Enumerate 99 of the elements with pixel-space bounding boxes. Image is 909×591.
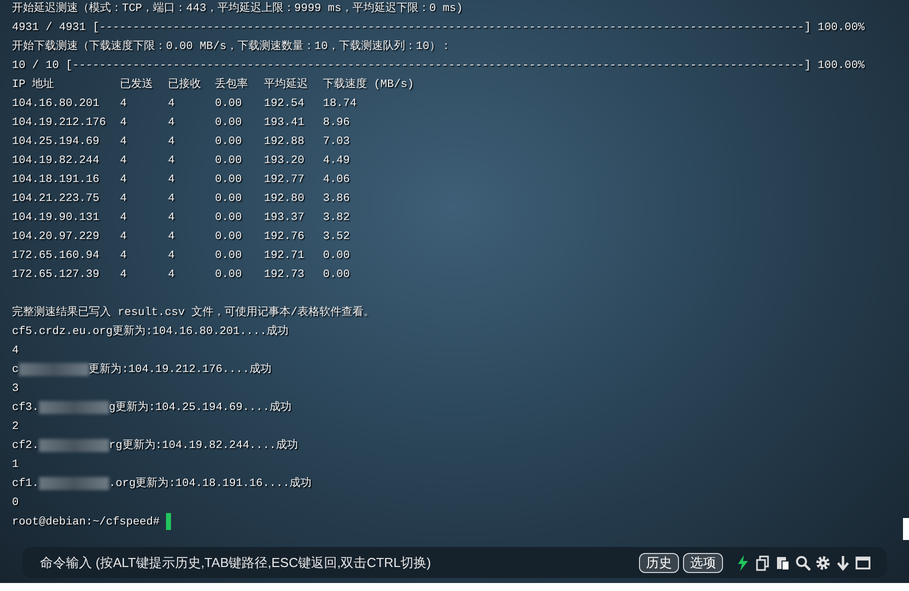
table-cell: 192.77 — [264, 174, 304, 186]
command-input[interactable]: 命令输入 (按ALT键提示历史,TAB键路径,ESC键返回,双击CTRL切换) — [38, 552, 598, 574]
table-cell: 4 — [168, 174, 175, 186]
output-line: 1 — [12, 459, 19, 471]
table-cell: 193.41 — [264, 117, 304, 129]
table-cell: 3.52 — [323, 231, 350, 243]
table-cell: 4 — [120, 136, 127, 148]
table-cell: 4 — [120, 117, 127, 129]
table-cell: 104.18.191.16 — [12, 174, 100, 186]
table-cell: 4 — [168, 117, 175, 129]
table-cell: 4 — [168, 269, 175, 281]
output-line: 开始延迟测速（模式：TCP，端口：443，平均延迟上限：9999 ms，平均延迟下限：0 ms) — [12, 3, 463, 15]
output-line: c — [12, 364, 19, 376]
search-icon[interactable] — [795, 554, 811, 570]
table-cell: 0.00 — [215, 98, 242, 110]
table-cell: 4 — [120, 269, 127, 281]
output-line: 0 — [12, 497, 19, 509]
table-cell: 4 — [120, 231, 127, 243]
table-cell: 7.03 — [323, 136, 350, 148]
table-cell: 4 — [120, 212, 127, 224]
maximize-icon[interactable] — [855, 554, 871, 570]
table-cell: 192.71 — [264, 250, 304, 262]
table-cell: 172.65.160.94 — [12, 250, 100, 262]
output-line: 3 — [12, 383, 19, 395]
table-cell: 18.74 — [323, 98, 357, 110]
output-line: cf5.crdz.eu.org更新为:104.16.80.201....成功 — [12, 326, 289, 338]
table-cell: 4 — [168, 98, 175, 110]
column-header: 平均延迟 — [264, 79, 308, 91]
output-line: .org更新为:104.18.191.16....成功 — [108, 478, 312, 490]
command-bar-button[interactable]: 历史 — [639, 552, 679, 572]
output-line: 10 / 10 [-------------------------------------------------------------------------------------------------------------] 100.00% — [12, 60, 865, 72]
column-header: 下载速度 (MB/s) — [323, 79, 414, 91]
output-line: g更新为:104.25.194.69....成功 — [108, 402, 292, 414]
shell-prompt: root@debian:~/cfspeed# — [12, 516, 160, 528]
output-line: rg更新为:104.19.82.244....成功 — [108, 440, 298, 452]
table-cell: 192.54 — [264, 98, 304, 110]
output-line: cf3. — [12, 402, 39, 414]
table-cell: 4 — [168, 136, 175, 148]
column-header: 已接收 — [168, 79, 201, 91]
output-line: 完整测速结果已写入 result.csv 文件，可使用记事本/表格软件查看。 — [12, 307, 374, 319]
table-cell: 4 — [120, 155, 127, 167]
output-line: 4931 / 4931 [---------------------------------------------------------------------------------------------------------] 100.00% — [12, 22, 865, 34]
table-cell: 193.37 — [264, 212, 304, 224]
table-cell: 8.96 — [323, 117, 350, 129]
settings-icon[interactable] — [815, 554, 831, 570]
table-cell: 192.88 — [264, 136, 304, 148]
table-cell: 4 — [168, 193, 175, 205]
table-cell: 4 — [168, 250, 175, 262]
command-bar-button[interactable]: 选项 — [683, 552, 723, 572]
table-cell: 0.00 — [323, 269, 350, 281]
table-cell: 4 — [120, 193, 127, 205]
table-cell: 192.76 — [264, 231, 304, 243]
table-cell: 4.06 — [323, 174, 350, 186]
table-cell: 0.00 — [215, 250, 242, 262]
lightning-icon[interactable] — [735, 554, 751, 570]
table-cell: 4 — [168, 212, 175, 224]
cursor — [166, 513, 171, 530]
down-arrow-icon[interactable] — [835, 554, 851, 570]
table-cell: 104.20.97.229 — [12, 231, 100, 243]
column-header: 丢包率 — [215, 79, 248, 91]
table-cell: 4 — [120, 250, 127, 262]
table-cell: 172.65.127.39 — [12, 269, 100, 281]
table-cell: 4 — [120, 174, 127, 186]
table-cell: 0.00 — [323, 250, 350, 262]
output-line: 4 — [12, 345, 19, 357]
output-line: 开始下载测速（下载速度下限：0.00 MB/s，下载测速数量：10，下载测速队列：10）： — [12, 41, 452, 53]
table-cell: 0.00 — [215, 136, 242, 148]
table-cell: 104.16.80.201 — [12, 98, 100, 110]
command-bar[interactable]: 命令输入 (按ALT键提示历史,TAB键路径,ESC键返回,双击CTRL切换) 历史 选项 — [22, 547, 887, 578]
table-cell: 3.86 — [323, 193, 350, 205]
output-line: cf2. — [12, 440, 39, 452]
table-cell: 104.19.212.176 — [12, 117, 106, 129]
table-cell: 0.00 — [215, 174, 242, 186]
table-cell: 192.73 — [264, 269, 304, 281]
output-line: 2 — [12, 421, 19, 433]
scroll-thumb[interactable] — [903, 518, 909, 540]
table-cell: 0.00 — [215, 193, 242, 205]
table-cell: 104.19.82.244 — [12, 155, 100, 167]
table-cell: 104.25.194.69 — [12, 136, 100, 148]
table-cell: 104.21.223.75 — [12, 193, 100, 205]
table-cell: 4 — [120, 98, 127, 110]
table-cell: 0.00 — [215, 155, 242, 167]
column-header: IP 地址 — [12, 79, 54, 91]
table-cell: 0.00 — [215, 269, 242, 281]
copy-icon[interactable] — [755, 554, 771, 570]
output-line: 更新为:104.19.212.176....成功 — [88, 364, 272, 376]
table-cell: 3.82 — [323, 212, 350, 224]
paste-icon[interactable] — [775, 554, 791, 570]
output-line: cf1. — [12, 478, 39, 490]
table-cell: 0.00 — [215, 231, 242, 243]
table-cell: 4 — [168, 155, 175, 167]
table-cell: 0.00 — [215, 117, 242, 129]
table-cell: 4 — [168, 231, 175, 243]
table-cell: 0.00 — [215, 212, 242, 224]
table-cell: 193.20 — [264, 155, 304, 167]
table-cell: 4.49 — [323, 155, 350, 167]
column-header: 已发送 — [120, 79, 153, 91]
table-cell: 104.19.90.131 — [12, 212, 100, 224]
table-cell: 192.80 — [264, 193, 304, 205]
